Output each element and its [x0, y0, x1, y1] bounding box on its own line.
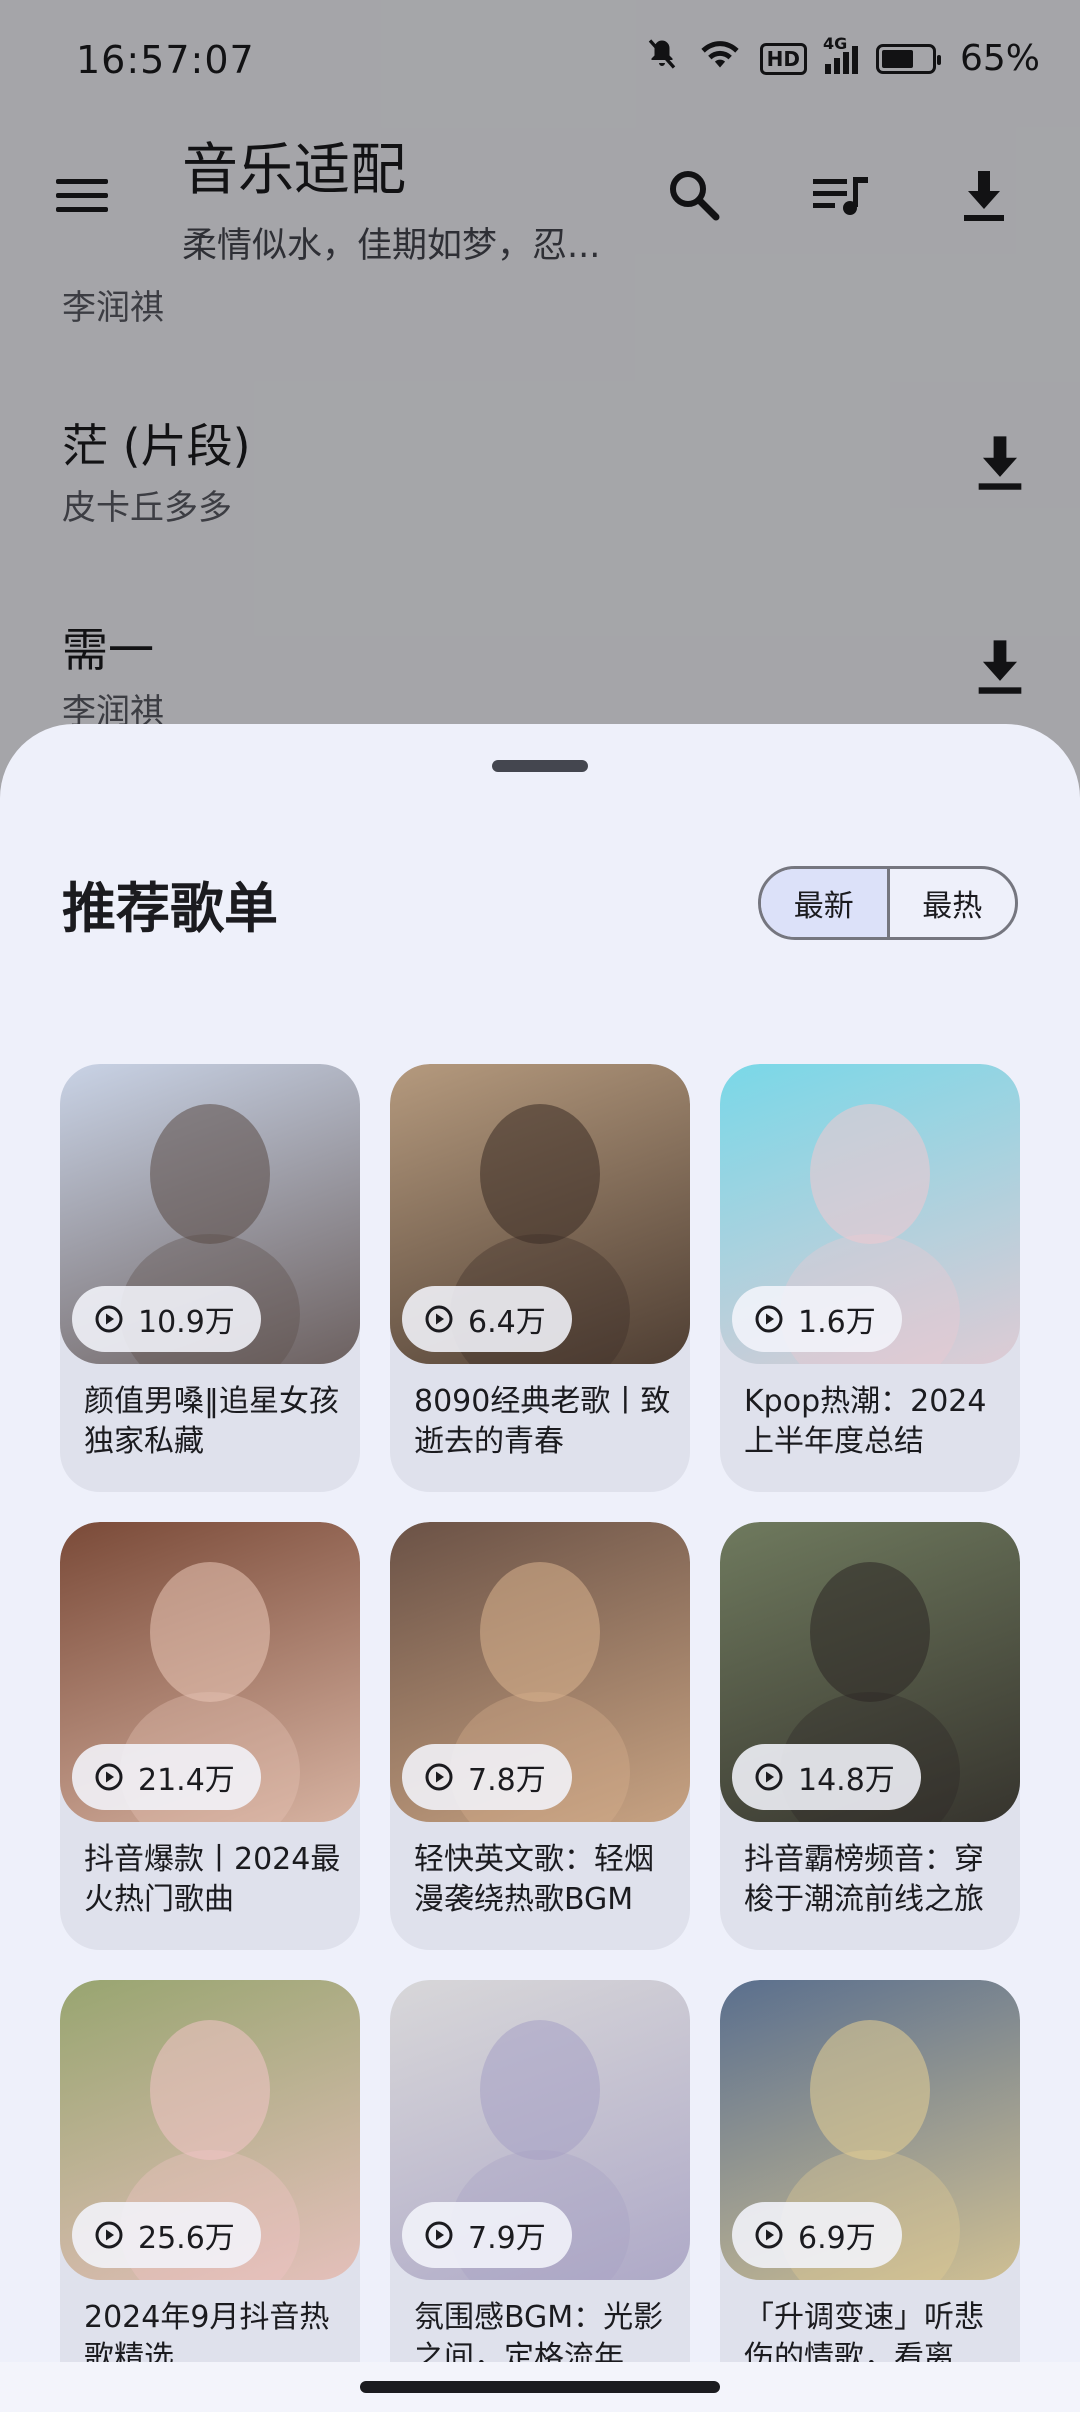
play-icon — [95, 2221, 123, 2249]
play-count-chip: 21.4万 — [72, 1744, 261, 1810]
play-icon — [425, 1305, 453, 1333]
home-gesture-bar[interactable] — [360, 2381, 720, 2393]
play-count: 1.6万 — [798, 1305, 876, 1340]
play-count: 25.6万 — [138, 2221, 235, 2256]
play-count-chip: 14.8万 — [732, 1744, 921, 1810]
playlist-card[interactable]: 7.8万 轻快英文歌：轻烟漫袭绕热歌BGM — [390, 1522, 690, 1950]
playlist-card[interactable]: 6.9万 「升调变速」听悲伤的情歌，看离 — [720, 1980, 1020, 2408]
playlist-name: 8090经典老歌丨致逝去的青春 — [414, 1384, 671, 1459]
play-count: 6.9万 — [798, 2221, 876, 2256]
play-icon — [95, 1305, 123, 1333]
play-icon — [425, 2221, 453, 2249]
playlist-card[interactable]: 10.9万 颜值男嗓‖追星女孩独家私藏 — [60, 1064, 360, 1492]
playlist-name: 抖音爆款丨2024最火热门歌曲 — [84, 1842, 341, 1917]
recommend-playlist-sheet: 推荐歌单 最新 最热 10.9万 颜值男嗓‖追星女孩独家私藏 6.4万 8090… — [0, 724, 1080, 2412]
playlist-card[interactable]: 25.6万 2024年9月抖音热歌精选 — [60, 1980, 360, 2408]
play-icon — [755, 2221, 783, 2249]
play-count-chip: 7.9万 — [402, 2202, 572, 2268]
sheet-title: 推荐歌单 — [62, 877, 278, 940]
play-icon — [95, 1763, 123, 1791]
playlist-name: Kpop热潮：2024上半年度总结 — [744, 1384, 987, 1459]
play-count-chip: 7.8万 — [402, 1744, 572, 1810]
play-count: 7.8万 — [468, 1763, 546, 1798]
playlist-card[interactable]: 6.4万 8090经典老歌丨致逝去的青春 — [390, 1064, 690, 1492]
play-icon — [755, 1763, 783, 1791]
tab-hottest[interactable]: 最热 — [886, 869, 1016, 937]
playlist-name: 抖音霸榜频音：穿梭于潮流前线之旅 — [744, 1842, 984, 1917]
play-count-chip: 25.6万 — [72, 2202, 261, 2268]
playlist-card[interactable]: 14.8万 抖音霸榜频音：穿梭于潮流前线之旅 — [720, 1522, 1020, 1950]
tab-newest[interactable]: 最新 — [761, 869, 887, 937]
play-count: 7.9万 — [468, 2221, 546, 2256]
playlist-card[interactable]: 1.6万 Kpop热潮：2024上半年度总结 — [720, 1064, 1020, 1492]
play-count-chip: 10.9万 — [72, 1286, 261, 1352]
sheet-drag-handle[interactable] — [492, 760, 588, 772]
play-icon — [425, 1763, 453, 1791]
play-count-chip: 1.6万 — [732, 1286, 902, 1352]
playlist-card[interactable]: 21.4万 抖音爆款丨2024最火热门歌曲 — [60, 1522, 360, 1950]
sort-segmented-button: 最新 最热 — [758, 866, 1018, 940]
playlist-name: 轻快英文歌：轻烟漫袭绕热歌BGM — [414, 1842, 654, 1917]
play-count: 10.9万 — [138, 1305, 235, 1340]
play-count: 21.4万 — [138, 1763, 235, 1798]
play-count-chip: 6.4万 — [402, 1286, 572, 1352]
playlist-name: 颜值男嗓‖追星女孩独家私藏 — [84, 1384, 339, 1459]
playlist-card[interactable]: 7.9万 氛围感BGM：光影之间，定格流年 — [390, 1980, 690, 2408]
play-icon — [755, 1305, 783, 1333]
play-count-chip: 6.9万 — [732, 2202, 902, 2268]
play-count: 6.4万 — [468, 1305, 546, 1340]
play-count: 14.8万 — [798, 1763, 895, 1798]
